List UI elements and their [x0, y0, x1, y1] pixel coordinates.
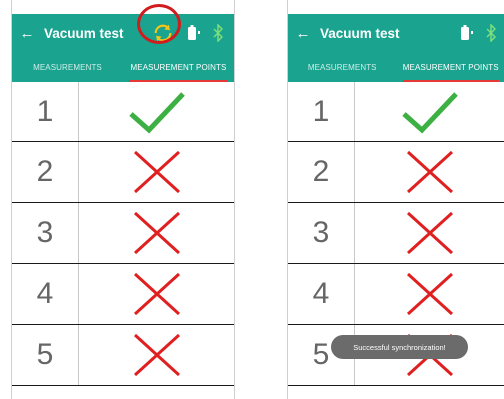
list-item[interactable]: 1 — [288, 82, 504, 142]
list-item[interactable]: 5 — [12, 325, 234, 386]
bluetooth-icon — [486, 24, 496, 42]
back-arrow-icon[interactable]: ← — [12, 25, 42, 42]
list-item[interactable]: 3 — [288, 203, 504, 264]
app-bar: ← Vacuum test — [288, 14, 504, 52]
cross-icon — [406, 272, 454, 316]
bluetooth-icon — [213, 24, 223, 42]
toast-message: Successful synchronization! — [331, 335, 468, 359]
cross-icon — [406, 211, 454, 255]
list-item[interactable]: 1 — [12, 82, 234, 142]
tab-bar: MEASUREMENTS MEASUREMENT POINTS — [288, 52, 504, 82]
battery-icon — [188, 25, 200, 40]
page-title: Vacuum test — [320, 25, 400, 41]
tab-bar: MEASUREMENTS MEASUREMENT POINTS — [12, 52, 234, 82]
check-icon — [128, 91, 185, 133]
point-number: 3 — [12, 203, 79, 263]
page-title: Vacuum test — [44, 25, 124, 41]
back-arrow-icon[interactable]: ← — [288, 25, 318, 42]
list-item[interactable]: 3 — [12, 203, 234, 264]
list-item[interactable]: 4 — [288, 264, 504, 325]
tab-measurements[interactable]: MEASUREMENTS — [12, 52, 123, 82]
cross-icon — [133, 272, 180, 316]
list-item[interactable]: 2 — [12, 142, 234, 203]
point-number: 4 — [288, 264, 355, 324]
point-number: 2 — [12, 142, 79, 202]
app-bar: ← Vacuum test — [12, 14, 234, 52]
battery-icon — [461, 25, 473, 40]
cross-icon — [406, 150, 454, 194]
point-number: 5 — [12, 325, 79, 385]
list-item[interactable]: 4 — [12, 264, 234, 325]
point-number: 1 — [288, 82, 355, 141]
point-number: 1 — [12, 82, 79, 141]
sync-highlight-circle — [137, 4, 181, 44]
cross-icon — [133, 150, 180, 194]
phone-screen-before: ← Vacuum test MEASUREMENTS MEASUREMENT P… — [11, 0, 235, 399]
point-number: 3 — [288, 203, 355, 263]
cross-icon — [133, 333, 180, 377]
list-item[interactable]: 2 — [288, 142, 504, 203]
cross-icon — [133, 211, 180, 255]
tab-measurement-points[interactable]: MEASUREMENT POINTS — [123, 52, 234, 82]
point-number: 2 — [288, 142, 355, 202]
tab-measurements[interactable]: MEASUREMENTS — [288, 52, 397, 82]
check-icon — [402, 91, 458, 133]
point-number: 4 — [12, 264, 79, 324]
measurement-points-list: 1 2 3 4 5 — [12, 82, 234, 386]
tab-measurement-points[interactable]: MEASUREMENT POINTS — [397, 52, 504, 82]
